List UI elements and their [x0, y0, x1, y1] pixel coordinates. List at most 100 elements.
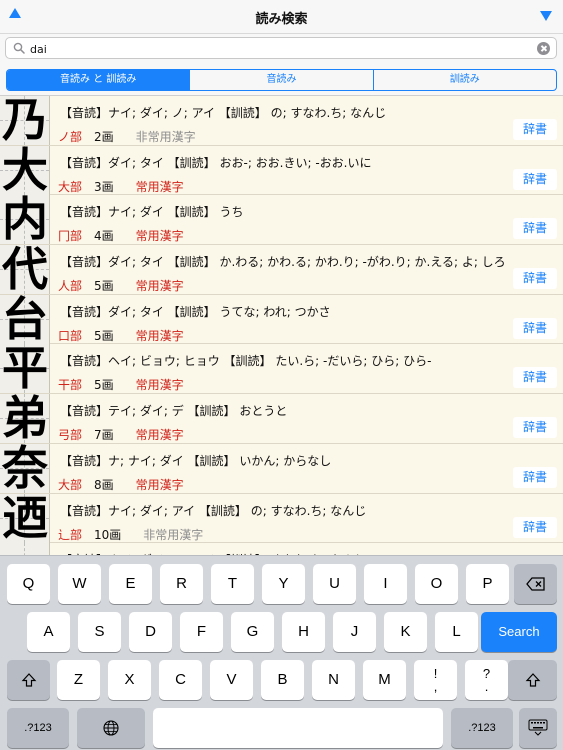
- dictionary-button[interactable]: 辞書: [513, 168, 557, 190]
- kanji-readings: 【音読】ナイ; ダイ; ノ; アイ 【訓読】 の; すなわ.ち; なんじ: [60, 106, 387, 120]
- key-punct-8[interactable]: ?.: [465, 660, 508, 700]
- dictionary-button[interactable]: 辞書: [513, 268, 557, 290]
- radical-label: 弓部: [58, 428, 83, 443]
- kanji-glyph: 代: [0, 245, 50, 295]
- backspace-key[interactable]: [514, 564, 557, 604]
- kanji-character: 大: [2, 145, 48, 195]
- stroke-count: 3画: [94, 179, 114, 194]
- kanji-meta: 弓部 7画 常用漢字: [58, 426, 184, 443]
- globe-key[interactable]: [77, 708, 145, 748]
- shift-key-left[interactable]: [7, 660, 50, 700]
- key-m[interactable]: M: [363, 660, 406, 700]
- key-n[interactable]: N: [312, 660, 355, 700]
- key-t[interactable]: T: [211, 564, 254, 604]
- jouyou-status: 常用漢字: [135, 179, 184, 194]
- key-b[interactable]: B: [261, 660, 304, 700]
- stroke-count: 5画: [94, 328, 114, 343]
- dictionary-button[interactable]: 辞書: [513, 367, 557, 389]
- key-l[interactable]: L: [435, 612, 478, 652]
- key-h[interactable]: H: [282, 612, 325, 652]
- punctuation-label: ?.: [482, 666, 491, 694]
- kanji-character: 平: [2, 344, 48, 394]
- navigation-bar: 読み検索: [0, 0, 563, 34]
- keyboard-dismiss-key[interactable]: [519, 708, 557, 748]
- list-item[interactable]: 代【音読】ダイ; タイ 【訓読】 か.わる; かわ.る; かわ.り; -がわ.り…: [0, 245, 563, 295]
- key-e[interactable]: E: [109, 564, 152, 604]
- key-j[interactable]: J: [333, 612, 376, 652]
- radical-label: ノ部: [58, 130, 83, 144]
- list-item[interactable]: 内【音読】ナイ; ダイ 【訓読】 うち 冂部 4画 常用漢字 辞書: [0, 195, 563, 246]
- radical-label: 大部: [58, 477, 83, 492]
- kanji-character: [0, 543, 49, 555]
- list-item[interactable]: 奈【音読】ナ; ナイ; ダイ 【訓読】 いかん; からなし 大部 8画 常用漢字 辞書: [0, 443, 563, 494]
- punctuation-label: !,: [433, 666, 438, 694]
- shift-key-right[interactable]: [508, 660, 557, 700]
- list-item[interactable]: 弟【音読】テイ; ダイ; デ 【訓読】 おとうと 弓部 7画 常用漢字 辞書: [0, 394, 563, 444]
- key-p[interactable]: P: [466, 564, 509, 604]
- key-w[interactable]: W: [58, 564, 101, 604]
- key-o[interactable]: O: [415, 564, 458, 604]
- kanji-meta: 大部 3画 常用漢字: [58, 178, 184, 195]
- key-i[interactable]: I: [364, 564, 407, 604]
- space-key[interactable]: [153, 708, 443, 748]
- key-r[interactable]: R: [160, 564, 203, 604]
- list-item[interactable]: 大【音読】ダイ; タイ 【訓読】 おお-; おお.きい; -おお.いに 大部 3画 常…: [0, 145, 563, 196]
- segment-on[interactable]: 音読み: [189, 70, 372, 90]
- key-q[interactable]: Q: [7, 564, 50, 604]
- dictionary-button[interactable]: 辞書: [513, 119, 557, 140]
- list-item[interactable]: 平【音読】ヘイ; ビョウ; ヒョウ 【訓読】 たい.ら; -だいら; ひら; ひ…: [0, 344, 563, 395]
- kanji-result-list[interactable]: 乃【音読】ナイ; ダイ; ノ; アイ 【訓読】 の; すなわ.ち; なんじ ノ部 2…: [0, 95, 563, 555]
- dictionary-button[interactable]: 辞書: [513, 466, 557, 488]
- key-g[interactable]: G: [231, 612, 274, 652]
- numbers-key-left[interactable]: .?123: [7, 708, 69, 748]
- dictionary-button[interactable]: 辞書: [513, 417, 557, 439]
- kanji-readings: 【音読】ヘイ; ビョウ; ヒョウ 【訓読】 たい.ら; -だいら; ひら; ひら…: [60, 354, 432, 369]
- key-c[interactable]: C: [159, 660, 202, 700]
- kanji-character: 迺: [2, 493, 48, 543]
- key-x[interactable]: X: [108, 660, 151, 700]
- key-y[interactable]: Y: [262, 564, 305, 604]
- search-key[interactable]: Search: [481, 612, 557, 652]
- kanji-glyph: 大: [0, 145, 50, 195]
- kanji-meta: 辶部 10画 非常用漢字: [58, 526, 203, 543]
- dictionary-button[interactable]: 辞書: [513, 317, 557, 339]
- key-a[interactable]: A: [27, 612, 70, 652]
- kanji-readings: 【音読】ダイ; タイ 【訓読】 おお-; おお.きい; -おお.いに: [60, 155, 372, 170]
- radical-label: 口部: [58, 328, 83, 343]
- dictionary-button[interactable]: 辞書: [513, 218, 557, 240]
- numbers-key-right[interactable]: .?123: [451, 708, 513, 748]
- key-punct-7[interactable]: !,: [414, 660, 457, 700]
- list-item[interactable]: 乃【音読】ナイ; ダイ; ノ; アイ 【訓読】 の; すなわ.ち; なんじ ノ部 2…: [0, 96, 563, 146]
- search-field[interactable]: [5, 37, 557, 59]
- list-item[interactable]: 台【音読】ダイ; タイ 【訓読】 うてな; われ; つかさ 口部 5画 常用漢字 辞書: [0, 294, 563, 345]
- key-z[interactable]: Z: [57, 660, 100, 700]
- search-icon: [13, 42, 25, 54]
- key-u[interactable]: U: [313, 564, 356, 604]
- kanji-readings: 【音読】ダイ; タイ 【訓読】 か.わる; かわ.る; かわ.り; -がわ.り;…: [60, 255, 506, 270]
- triangle-down-icon[interactable]: [539, 9, 553, 23]
- list-item[interactable]: 【音読】ナイ; ダイ; ノ; アイ 【訓読】 すなわ.ち; なんじ: [0, 543, 563, 555]
- keyboard-dismiss-icon: [528, 719, 548, 736]
- key-k[interactable]: K: [384, 612, 427, 652]
- jouyou-status: 常用漢字: [135, 279, 184, 294]
- segment-on-and-kun[interactable]: 音読み と 訓読み: [7, 70, 190, 90]
- page-title: 読み検索: [255, 12, 308, 27]
- kanji-meta: ノ部 2画 非常用漢字: [58, 128, 196, 145]
- list-item[interactable]: 迺【音読】ナイ; ダイ; アイ 【訓読】 の; すなわ.ち; なんじ 辶部 10画 非…: [0, 493, 563, 544]
- shift-icon: [525, 673, 540, 687]
- radical-label: 辶部: [58, 527, 83, 542]
- kanji-glyph: 乃: [0, 96, 50, 145]
- key-v[interactable]: V: [210, 660, 253, 700]
- key-d[interactable]: D: [129, 612, 172, 652]
- segment-kun[interactable]: 訓読み: [372, 70, 556, 90]
- key-s[interactable]: S: [78, 612, 121, 652]
- dictionary-button[interactable]: 辞書: [513, 516, 557, 538]
- key-f[interactable]: F: [180, 612, 223, 652]
- kanji-character: 弟: [2, 394, 48, 444]
- search-input[interactable]: [30, 42, 510, 56]
- backspace-icon: [525, 577, 545, 591]
- kanji-readings: 【音読】ナイ; ダイ; アイ 【訓読】 の; すなわ.ち; なんじ: [60, 503, 367, 518]
- kanji-readings: 【音読】テイ; ダイ; デ 【訓読】 おとうと: [60, 404, 288, 419]
- stroke-count: 2画: [94, 130, 114, 144]
- clear-icon[interactable]: [537, 42, 550, 55]
